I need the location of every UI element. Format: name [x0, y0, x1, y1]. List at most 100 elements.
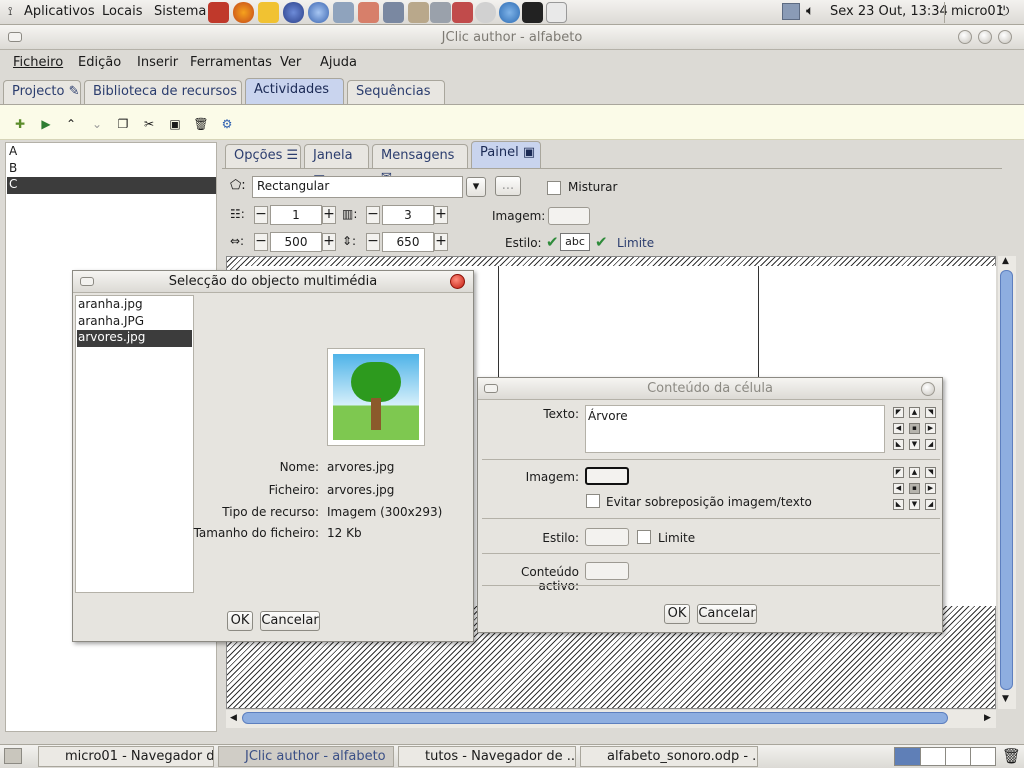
shape-dropdown-button[interactable]: ▾ — [466, 177, 486, 197]
move-up-icon[interactable]: ⌃ — [63, 116, 79, 132]
jclic-icon[interactable] — [258, 2, 279, 23]
task-jclic-author[interactable]: JClic author - alfabeto — [218, 746, 394, 767]
delete-icon[interactable]: 🗑︎ — [193, 116, 209, 132]
imagem-toggle[interactable] — [585, 467, 629, 485]
menu-inserir[interactable]: Inserir — [137, 55, 178, 70]
align-right-icon[interactable]: ▶ — [925, 483, 936, 494]
align-top-icon[interactable]: ▲ — [909, 467, 920, 478]
image-align-grid[interactable]: ◤ ▲ ◥ ◀ ▪ ▶ ◣ ▼ ◢ — [893, 467, 939, 513]
monitor-icon[interactable] — [333, 2, 354, 23]
scroll-thumb[interactable] — [1000, 270, 1013, 690]
mail-icon[interactable] — [475, 2, 496, 23]
hscroll-thumb[interactable] — [242, 712, 948, 724]
style-preview[interactable]: abc — [560, 233, 590, 251]
shape-select[interactable]: Rectangular — [252, 176, 463, 198]
scroll-right-icon[interactable]: ▶ — [984, 713, 991, 723]
menu-aplicativos[interactable]: Aplicativos — [24, 4, 95, 19]
tab-biblioteca[interactable]: Biblioteca de recursos ▤ — [84, 80, 242, 121]
limite-check-icon[interactable]: ✔ — [595, 233, 608, 251]
ok-button[interactable]: OK — [664, 604, 690, 624]
user-name[interactable]: micro01 — [951, 4, 1004, 19]
align-bottom-left-icon[interactable]: ◣ — [893, 499, 904, 510]
brush-icon[interactable] — [383, 2, 404, 23]
calc-icon[interactable] — [452, 2, 473, 23]
workspace-4[interactable] — [970, 748, 995, 765]
cols-input[interactable]: 3 — [382, 205, 434, 225]
copy-icon[interactable]: ❐ — [115, 116, 131, 132]
move-down-icon[interactable]: ⌄ — [89, 116, 105, 132]
tab-mensagens[interactable]: Mensagens ✉ — [372, 144, 468, 185]
dialog-titlebar[interactable]: Conteúdo da célula — [478, 378, 942, 400]
list-item[interactable]: B — [9, 161, 17, 175]
cols-decrement[interactable]: − — [366, 206, 380, 224]
align-left-icon[interactable]: ◀ — [893, 483, 904, 494]
evitar-checkbox[interactable] — [586, 494, 600, 508]
menu-ver[interactable]: Ver — [280, 55, 301, 70]
window-titlebar[interactable]: JClic author - alfabeto — [0, 25, 1024, 50]
limite-checkbox[interactable] — [637, 530, 651, 544]
width-increment[interactable]: + — [322, 233, 336, 251]
browser-icon[interactable] — [308, 2, 329, 23]
tab-actividades[interactable]: Actividades ◆ — [245, 78, 344, 119]
cancel-button[interactable]: Cancelar — [697, 604, 757, 624]
width-input[interactable]: 500 — [270, 232, 322, 252]
firefox-icon[interactable] — [233, 2, 254, 23]
paste-icon[interactable]: ▣ — [167, 116, 183, 132]
horizontal-scrollbar[interactable]: ◀ ▶ — [226, 710, 996, 728]
cols-increment[interactable]: + — [434, 206, 448, 224]
new-activity-icon[interactable]: ✚ — [12, 116, 28, 132]
rows-decrement[interactable]: − — [254, 206, 268, 224]
align-top-icon[interactable]: ▲ — [909, 407, 920, 418]
task-alfabeto-sonoro[interactable]: alfabeto_sonoro.odp - ... — [580, 746, 758, 767]
cancel-button[interactable]: Cancelar — [260, 611, 320, 631]
align-left-icon[interactable]: ◀ — [893, 423, 904, 434]
gimp-icon[interactable] — [408, 2, 429, 23]
imagem-toggle[interactable] — [548, 207, 590, 225]
scroll-down-icon[interactable]: ▼ — [1002, 694, 1009, 704]
height-increment[interactable]: + — [434, 233, 448, 251]
properties-icon[interactable]: ⚙ — [219, 116, 235, 132]
estilo-check-icon[interactable]: ✔ — [546, 233, 559, 251]
workspace-switcher[interactable] — [894, 747, 996, 766]
rows-increment[interactable]: + — [322, 206, 336, 224]
workspace-3[interactable] — [945, 748, 970, 765]
help-icon[interactable] — [208, 2, 229, 23]
workspace-1[interactable] — [895, 748, 920, 765]
align-right-icon[interactable]: ▶ — [925, 423, 936, 434]
dialog-close-button[interactable] — [450, 274, 465, 289]
height-input[interactable]: 650 — [382, 232, 434, 252]
window-menu-icon[interactable] — [8, 32, 22, 42]
vertical-scrollbar[interactable]: ▲ ▼ — [998, 256, 1016, 709]
trash-icon[interactable]: 🗑︎ — [1002, 747, 1021, 765]
network-status-icon[interactable] — [782, 3, 800, 20]
tab-opcoes[interactable]: Opções ☰ — [225, 144, 301, 168]
scroll-up-icon[interactable]: ▲ — [1002, 256, 1009, 266]
align-top-right-icon[interactable]: ◥ — [925, 407, 936, 418]
maximize-button[interactable] — [978, 30, 992, 44]
shutdown-icon[interactable]: ⏻ — [999, 4, 1009, 19]
width-decrement[interactable]: − — [254, 233, 268, 251]
menu-locais[interactable]: Locais — [102, 4, 142, 19]
tab-painel[interactable]: Painel ▣ — [471, 141, 541, 168]
terminal-icon[interactable] — [522, 2, 543, 23]
file-list[interactable]: aranha.jpg aranha.JPG arvores.jpg — [75, 295, 194, 593]
dialog-close-button[interactable] — [921, 382, 935, 396]
pen-icon[interactable] — [430, 2, 451, 23]
list-item-selected[interactable]: arvores.jpg — [77, 330, 192, 347]
task-navegador-micro01[interactable]: micro01 - Navegador d... — [38, 746, 214, 767]
volume-icon[interactable]: 🔈︎ — [806, 3, 814, 19]
align-bottom-icon[interactable]: ▼ — [909, 499, 920, 510]
workspace-2[interactable] — [920, 748, 945, 765]
dialog-menu-icon[interactable] — [484, 384, 498, 393]
cut-icon[interactable]: ✂ — [141, 116, 157, 132]
texto-textarea[interactable]: Árvore — [585, 405, 885, 453]
align-bottom-right-icon[interactable]: ◢ — [925, 499, 936, 510]
close-button[interactable] — [998, 30, 1012, 44]
list-item[interactable]: aranha.JPG — [78, 314, 144, 328]
conteudo-toggle[interactable] — [585, 562, 629, 580]
align-bottom-icon[interactable]: ▼ — [909, 439, 920, 450]
clock[interactable]: Sex 23 Out, 13:34 — [830, 4, 948, 19]
network-icon[interactable] — [499, 2, 520, 23]
height-decrement[interactable]: − — [366, 233, 380, 251]
menu-ajuda[interactable]: Ajuda — [320, 55, 357, 70]
